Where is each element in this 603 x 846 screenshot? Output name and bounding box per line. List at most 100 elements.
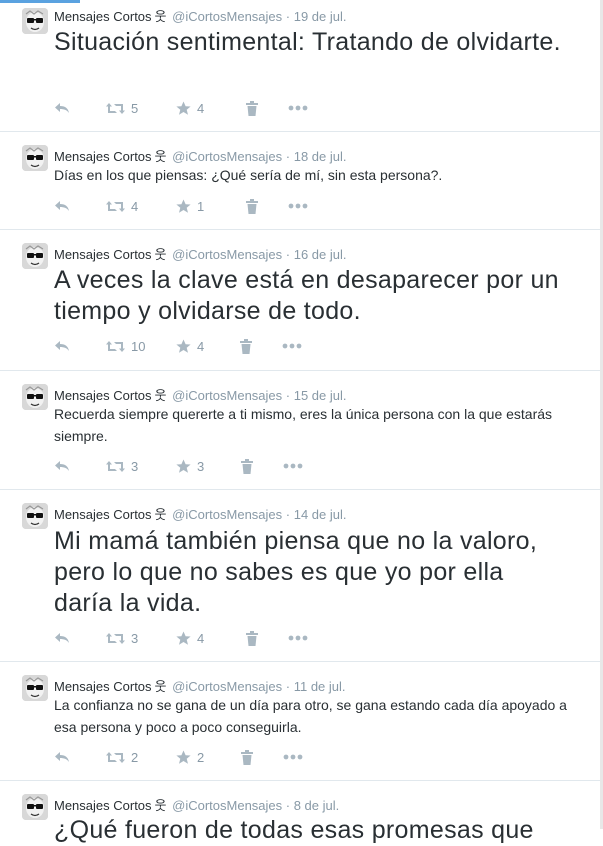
retweet-count: 10 xyxy=(131,338,146,354)
retweet-icon xyxy=(106,460,125,472)
tweet-item[interactable]: Mensajes Cortos 웃 @iCortosMensajes · 11 d… xyxy=(0,662,600,781)
author-name[interactable]: Mensajes Cortos xyxy=(54,507,152,522)
author-name[interactable]: Mensajes Cortos xyxy=(54,149,152,164)
delete-button[interactable] xyxy=(241,749,283,765)
tweet-item[interactable]: Mensajes Cortos 웃 @iCortosMensajes · 16 d… xyxy=(0,230,600,371)
reply-button[interactable] xyxy=(54,340,106,352)
author-handle[interactable]: @iCortosMensajes xyxy=(172,149,282,164)
retweet-button[interactable]: 10 xyxy=(106,339,176,354)
delete-button[interactable] xyxy=(246,198,288,214)
avatar[interactable] xyxy=(22,145,48,171)
retweet-button[interactable]: 4 xyxy=(106,199,176,214)
reply-button[interactable] xyxy=(54,632,106,644)
favorite-button[interactable]: 3 xyxy=(176,459,241,474)
more-button[interactable] xyxy=(282,343,302,349)
trash-icon xyxy=(246,198,258,214)
tweet-date[interactable]: 19 de jul. xyxy=(294,9,347,24)
tweet-date[interactable]: 11 de jul. xyxy=(294,679,346,694)
author-glyph: 웃 xyxy=(154,507,167,522)
retweet-icon xyxy=(106,200,125,212)
tweet-text: ¿Qué fueron de todas esas promesas que xyxy=(54,816,534,844)
tweet-date[interactable]: 18 de jul. xyxy=(294,149,347,164)
tweet-text: A veces la clave está en desaparecer por… xyxy=(54,266,567,325)
favorite-button[interactable]: 4 xyxy=(176,339,240,354)
author-name[interactable]: Mensajes Cortos xyxy=(54,679,152,694)
more-icon xyxy=(288,105,308,111)
tweet-item[interactable]: Mensajes Cortos 웃 @iCortosMensajes · 18 d… xyxy=(0,132,600,230)
author-name[interactable]: Mensajes Cortos xyxy=(54,9,152,24)
tweet-item[interactable]: Mensajes Cortos 웃 @iCortosMensajes · 8 de… xyxy=(0,781,600,844)
tweet-actions: 10 4 xyxy=(54,337,302,355)
more-button[interactable] xyxy=(288,203,308,209)
favorite-button[interactable]: 2 xyxy=(176,750,241,765)
retweet-icon xyxy=(106,340,125,352)
retweet-button[interactable]: 5 xyxy=(106,101,176,116)
tweet-actions: 2 2 xyxy=(54,748,303,766)
tweet-text: Recuerda siempre quererte a ti mismo, er… xyxy=(54,406,556,444)
more-button[interactable] xyxy=(283,754,303,760)
avatar[interactable] xyxy=(22,675,48,701)
author-name[interactable]: Mensajes Cortos xyxy=(54,388,152,403)
star-icon xyxy=(176,339,191,353)
trash-icon xyxy=(246,100,258,116)
tweet-text: La confianza no se gana de un día para o… xyxy=(54,697,571,735)
more-button[interactable] xyxy=(288,105,308,111)
reply-button[interactable] xyxy=(54,200,106,212)
retweet-button[interactable]: 3 xyxy=(106,459,176,474)
tweet-actions: 3 3 xyxy=(54,457,303,475)
author-name[interactable]: Mensajes Cortos xyxy=(54,798,152,813)
avatar[interactable] xyxy=(22,8,48,34)
retweet-count: 3 xyxy=(131,458,139,474)
author-handle[interactable]: @iCortosMensajes xyxy=(172,388,282,403)
star-icon xyxy=(176,631,191,645)
author-glyph: 웃 xyxy=(154,247,167,262)
delete-button[interactable] xyxy=(240,338,282,354)
delete-button[interactable] xyxy=(246,100,288,116)
author-glyph: 웃 xyxy=(154,149,167,164)
favorite-count: 4 xyxy=(197,338,205,354)
author-handle[interactable]: @iCortosMensajes xyxy=(172,247,282,262)
author-name[interactable]: Mensajes Cortos xyxy=(54,247,152,262)
retweet-button[interactable]: 3 xyxy=(106,631,176,646)
avatar[interactable] xyxy=(22,384,48,410)
reply-button[interactable] xyxy=(54,460,106,472)
more-button[interactable] xyxy=(283,463,303,469)
tweet-date[interactable]: 8 de jul. xyxy=(294,798,340,813)
tweet-actions: 3 4 xyxy=(54,629,308,647)
reply-button[interactable] xyxy=(54,102,106,114)
tweet-header: Mensajes Cortos 웃 @iCortosMensajes · 14 d… xyxy=(54,507,347,522)
tweet-actions: 4 1 xyxy=(54,197,308,215)
favorite-count: 3 xyxy=(197,458,205,474)
star-icon xyxy=(176,750,191,764)
retweet-icon xyxy=(106,632,125,644)
delete-button[interactable] xyxy=(241,458,283,474)
avatar[interactable] xyxy=(22,243,48,269)
star-icon xyxy=(176,459,191,473)
tweet-date[interactable]: 14 de jul. xyxy=(294,507,347,522)
favorite-count: 1 xyxy=(197,198,205,214)
reply-button[interactable] xyxy=(54,751,106,763)
tweet-header: Mensajes Cortos 웃 @iCortosMensajes · 16 d… xyxy=(54,247,347,262)
author-handle[interactable]: @iCortosMensajes xyxy=(172,798,282,813)
favorite-button[interactable]: 4 xyxy=(176,631,246,646)
more-button[interactable] xyxy=(288,635,308,641)
avatar[interactable] xyxy=(22,794,48,820)
author-handle[interactable]: @iCortosMensajes xyxy=(172,507,282,522)
author-handle[interactable]: @iCortosMensajes xyxy=(172,679,282,694)
tweet-header: Mensajes Cortos 웃 @iCortosMensajes · 11 d… xyxy=(54,679,346,694)
favorite-count: 4 xyxy=(197,100,205,116)
avatar[interactable] xyxy=(22,503,48,529)
favorite-button[interactable]: 1 xyxy=(176,199,246,214)
favorite-button[interactable]: 4 xyxy=(176,101,246,116)
tweet-date[interactable]: 15 de jul. xyxy=(294,388,347,403)
tweet-text: Mi mamá también piensa que no la valoro,… xyxy=(54,527,545,617)
tweet-item[interactable]: Mensajes Cortos 웃 @iCortosMensajes · 14 d… xyxy=(0,490,600,662)
author-handle[interactable]: @iCortosMensajes xyxy=(172,9,282,24)
tweet-item[interactable]: Mensajes Cortos 웃 @iCortosMensajes · 15 d… xyxy=(0,371,600,490)
more-icon xyxy=(282,343,302,349)
retweet-icon xyxy=(106,102,125,114)
tweet-item[interactable]: Mensajes Cortos 웃 @iCortosMensajes · 19 d… xyxy=(0,0,600,132)
delete-button[interactable] xyxy=(246,630,288,646)
retweet-button[interactable]: 2 xyxy=(106,750,176,765)
tweet-date[interactable]: 16 de jul. xyxy=(294,247,347,262)
